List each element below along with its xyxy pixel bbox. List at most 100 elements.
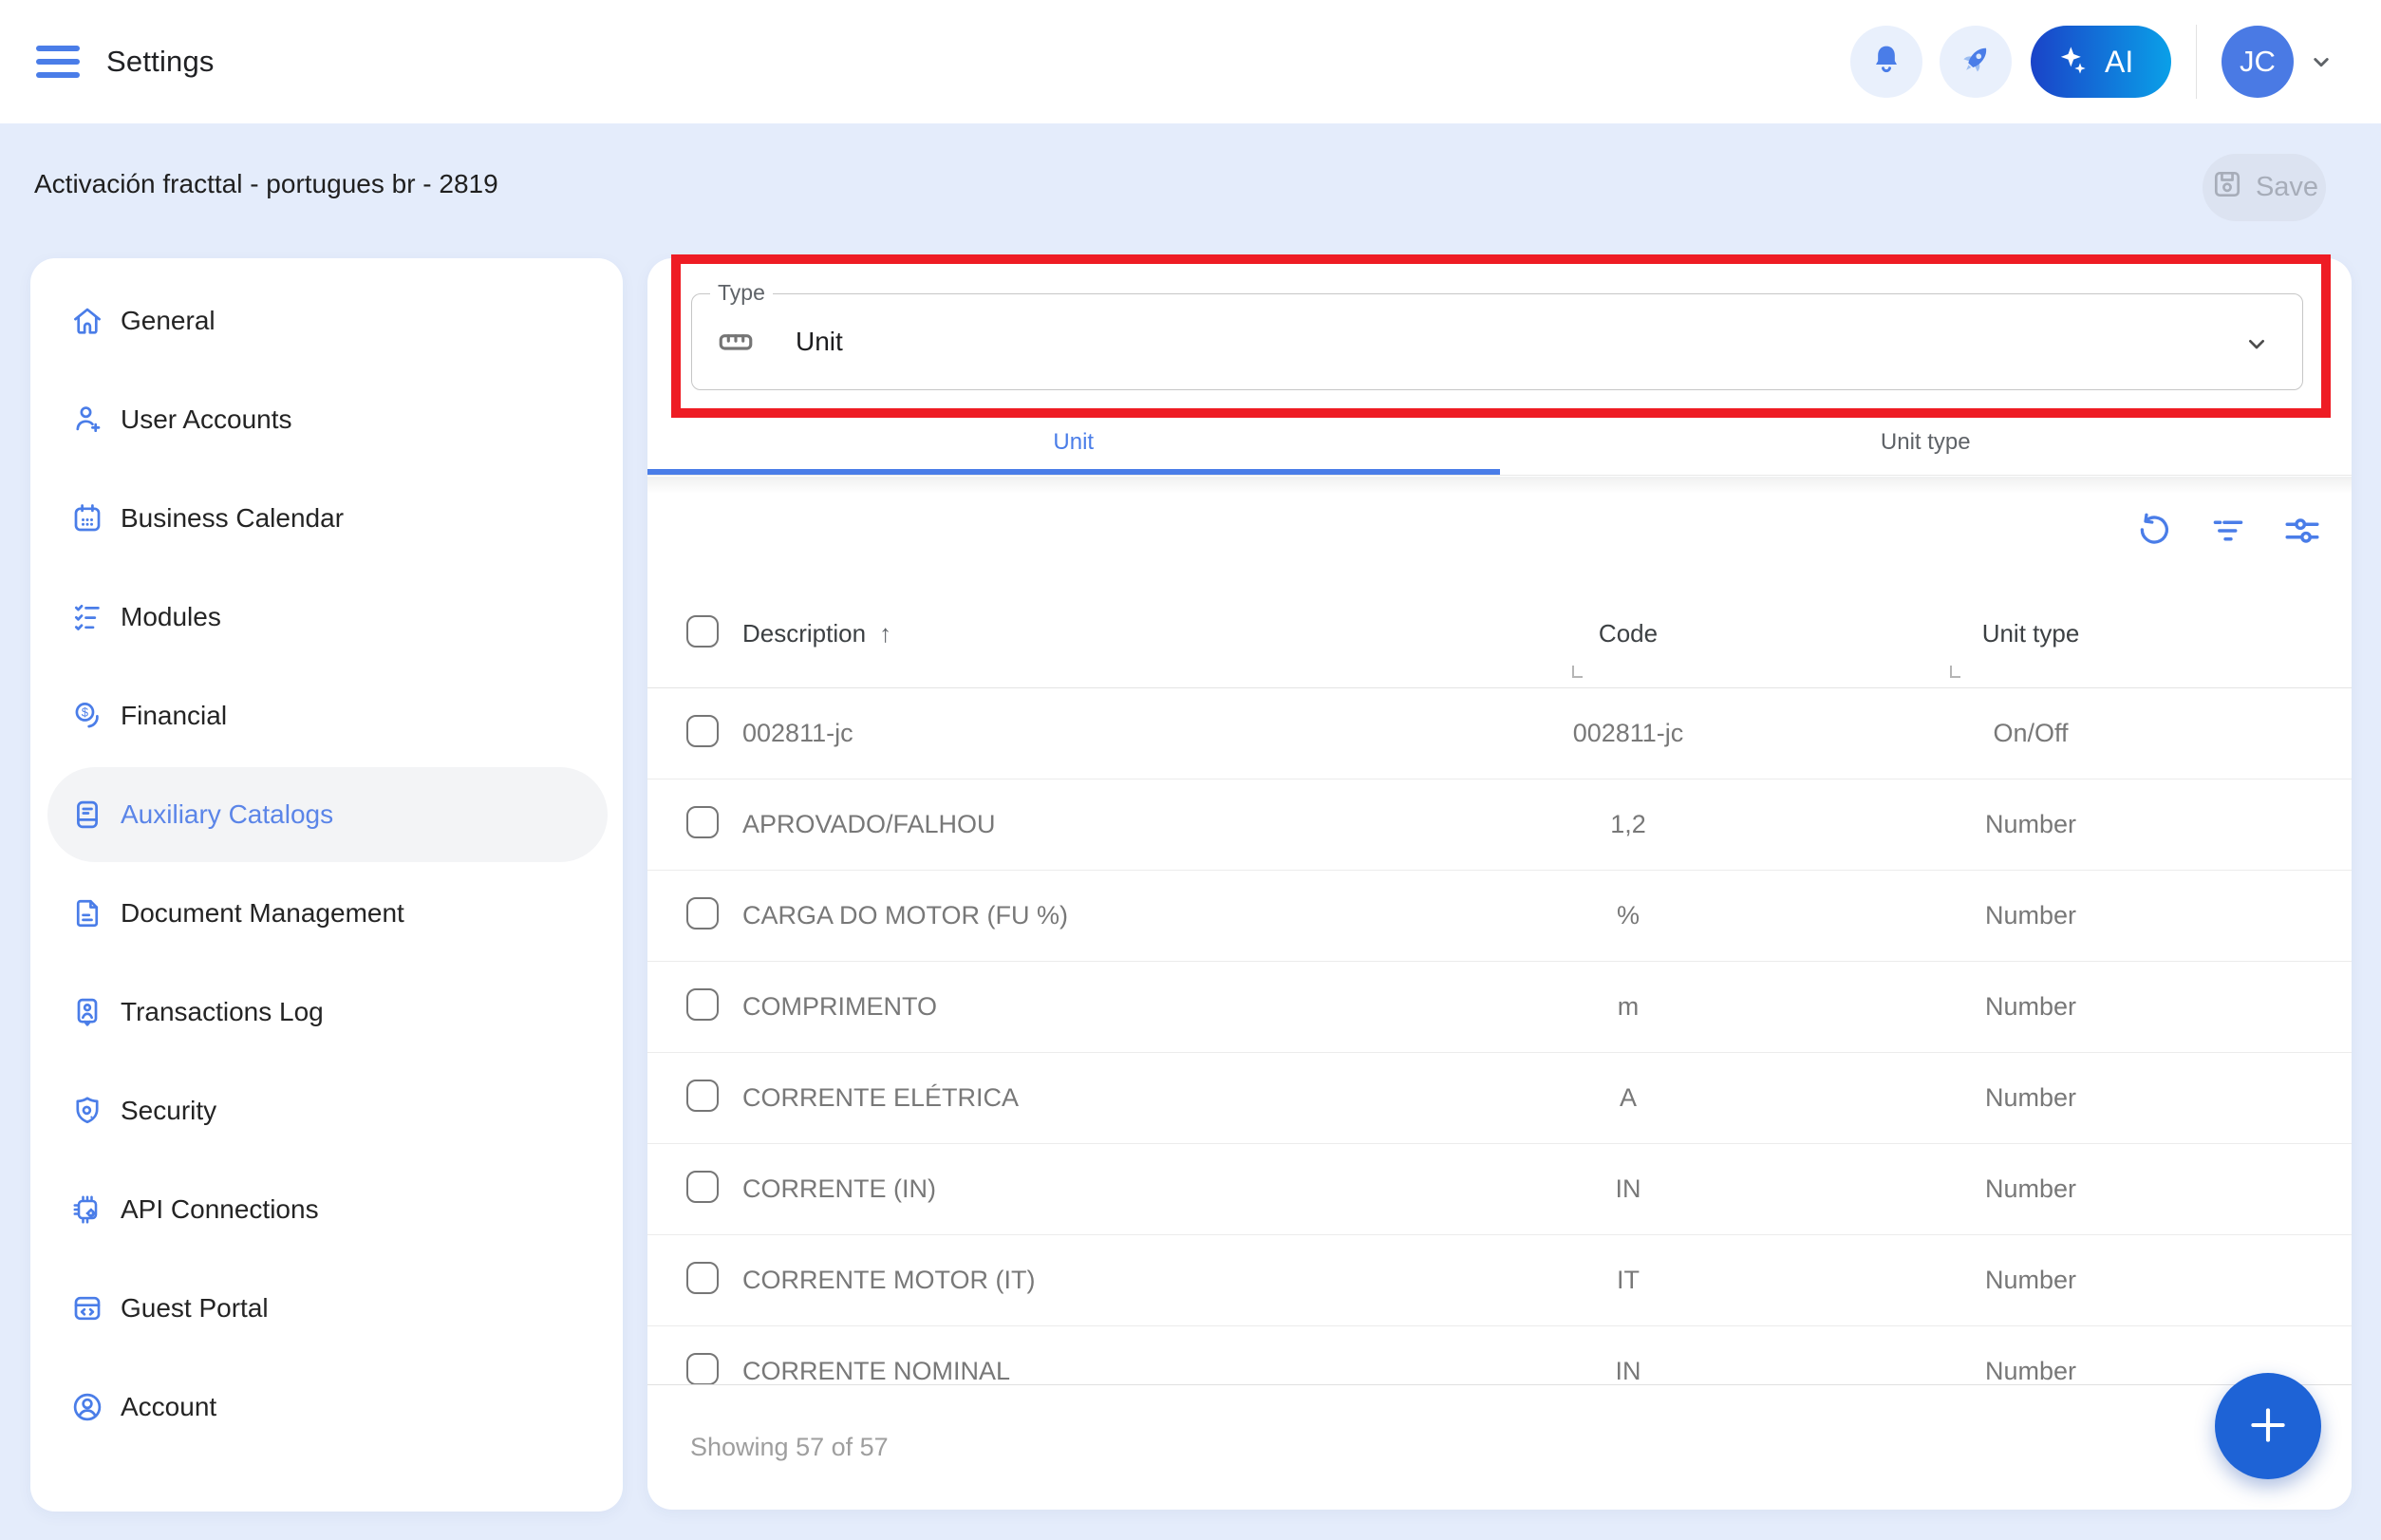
shield-icon <box>70 1094 104 1128</box>
column-header-description[interactable]: Description ↑ <box>742 619 1422 648</box>
row-checkbox[interactable] <box>686 988 719 1021</box>
column-resize-handle[interactable] <box>1950 666 1960 678</box>
browser-code-icon <box>70 1291 104 1325</box>
table-row[interactable]: CORRENTE ELÉTRICA A Number <box>647 1053 2352 1144</box>
type-field-label: Type <box>710 280 773 306</box>
cell-description: COMPRIMENTO <box>742 992 1422 1022</box>
hamburger-menu-icon[interactable] <box>36 46 80 78</box>
filter-icon[interactable] <box>2207 510 2249 552</box>
app-title: Settings <box>106 45 215 79</box>
type-chevron-down-icon <box>2241 329 2272 359</box>
row-checkbox[interactable] <box>686 806 719 838</box>
cell-code: 1,2 <box>1422 810 1834 839</box>
cell-description: 002811-jc <box>742 719 1422 748</box>
row-count-status: Showing 57 of 57 <box>690 1433 889 1462</box>
sidebar-item-document-management[interactable]: Document Management <box>47 866 608 961</box>
row-checkbox[interactable] <box>686 897 719 930</box>
column-resize-handle[interactable] <box>1572 666 1583 678</box>
sidebar-item-api-connections[interactable]: API Connections <box>47 1162 608 1257</box>
cell-code: IN <box>1422 1174 1834 1204</box>
cell-description: CORRENTE MOTOR (IT) <box>742 1266 1422 1295</box>
cell-description: CARGA DO MOTOR (FU %) <box>742 901 1422 930</box>
sidebar-item-label: Transactions Log <box>121 997 324 1027</box>
column-settings-icon[interactable] <box>2281 510 2323 552</box>
table-row[interactable]: COMPRIMENTO m Number <box>647 962 2352 1053</box>
sidebar-item-auxiliary-catalogs[interactable]: Auxiliary Catalogs <box>47 767 608 862</box>
column-header-code[interactable]: Code <box>1422 619 1834 648</box>
id-badge-icon <box>70 995 104 1029</box>
row-checkbox[interactable] <box>686 1080 719 1112</box>
column-header-unit-type[interactable]: Unit type <box>1834 619 2227 648</box>
floppy-disk-icon <box>2210 167 2244 209</box>
refresh-icon[interactable] <box>2133 510 2175 552</box>
column-header-label: Description <box>742 619 866 648</box>
sidebar-item-label: User Accounts <box>121 404 292 435</box>
cell-unit-type: Number <box>1834 901 2227 930</box>
sidebar-item-transactions-log[interactable]: Transactions Log <box>47 965 608 1060</box>
sidebar-item-label: Guest Portal <box>121 1293 269 1324</box>
coin-dollar-icon: $ <box>70 699 104 733</box>
tab-unit-type[interactable]: Unit type <box>1500 416 2353 475</box>
cell-code: IT <box>1422 1266 1834 1295</box>
sidebar-item-modules[interactable]: Modules <box>47 570 608 665</box>
sidebar-item-label: Business Calendar <box>121 503 344 534</box>
add-unit-fab[interactable] <box>2215 1373 2321 1479</box>
sidebar-item-label: General <box>121 306 216 336</box>
ai-button-label: AI <box>2105 45 2133 80</box>
profile-chevron-down-icon[interactable] <box>2307 47 2335 76</box>
sidebar-item-guest-portal[interactable]: Guest Portal <box>47 1261 608 1356</box>
sidebar-item-security[interactable]: Security <box>47 1063 608 1158</box>
cell-unit-type: On/Off <box>1834 719 2227 748</box>
ruler-icon <box>716 322 756 362</box>
avatar-initials: JC <box>2240 45 2276 79</box>
row-checkbox[interactable] <box>686 1353 719 1384</box>
sidebar-item-financial[interactable]: $ Financial <box>47 668 608 763</box>
sidebar-item-label: Document Management <box>121 898 404 929</box>
table-header-row: Description ↑ Code Unit type <box>647 579 2352 688</box>
cell-unit-type: Number <box>1834 1174 2227 1204</box>
table-row[interactable]: 002811-jc 002811-jc On/Off <box>647 688 2352 779</box>
cell-code: % <box>1422 901 1834 930</box>
sidebar-item-label: Account <box>121 1392 216 1422</box>
chip-gear-icon <box>70 1193 104 1227</box>
table-row[interactable]: CARGA DO MOTOR (FU %) % Number <box>647 871 2352 962</box>
sparkle-icon <box>2053 42 2091 83</box>
cell-code: m <box>1422 992 1834 1022</box>
type-field-value: Unit <box>796 327 843 357</box>
cell-code: IN <box>1422 1357 1834 1384</box>
cell-unit-type: Number <box>1834 992 2227 1022</box>
notifications-button[interactable] <box>1850 26 1922 98</box>
top-bar-actions: AI JC <box>1850 0 2335 123</box>
table-toolbar <box>2133 510 2323 552</box>
type-select-field[interactable]: Type Unit <box>691 293 2303 390</box>
plus-icon <box>2243 1400 2293 1453</box>
table-row[interactable]: CORRENTE (IN) IN Number <box>647 1144 2352 1235</box>
table-row[interactable]: APROVADO/FALHOU 1,2 Number <box>647 779 2352 871</box>
tab-unit[interactable]: Unit <box>647 416 1500 475</box>
sidebar-item-general[interactable]: General <box>47 273 608 368</box>
sidebar-item-business-calendar[interactable]: Business Calendar <box>47 471 608 566</box>
sidebar-item-user-accounts[interactable]: User Accounts <box>47 372 608 467</box>
sidebar-item-label: Security <box>121 1096 216 1126</box>
cell-code: 002811-jc <box>1422 719 1834 748</box>
save-button[interactable]: Save <box>2203 154 2326 221</box>
row-checkbox[interactable] <box>686 1171 719 1203</box>
save-button-label: Save <box>2256 172 2318 203</box>
row-checkbox[interactable] <box>686 715 719 747</box>
document-icon <box>70 896 104 930</box>
select-all-checkbox[interactable] <box>686 615 719 648</box>
sidebar-item-label: Financial <box>121 701 227 731</box>
cell-description: CORRENTE ELÉTRICA <box>742 1083 1422 1113</box>
ai-assistant-button[interactable]: AI <box>2031 26 2171 98</box>
table-row[interactable]: CORRENTE MOTOR (IT) IT Number <box>647 1235 2352 1326</box>
user-circle-icon <box>70 1390 104 1424</box>
cell-unit-type: Number <box>1834 1266 2227 1295</box>
sidebar-item-account[interactable]: Account <box>47 1360 608 1455</box>
whats-new-button[interactable] <box>1940 26 2012 98</box>
tab-bar-shadow <box>647 477 2352 494</box>
row-checkbox[interactable] <box>686 1262 719 1294</box>
table-footer: Showing 57 of 57 <box>647 1384 2352 1510</box>
cell-unit-type: Number <box>1834 1083 2227 1113</box>
user-avatar[interactable]: JC <box>2222 26 2294 98</box>
table-row[interactable]: CORRENTE NOMINAL IN Number <box>647 1326 2352 1384</box>
